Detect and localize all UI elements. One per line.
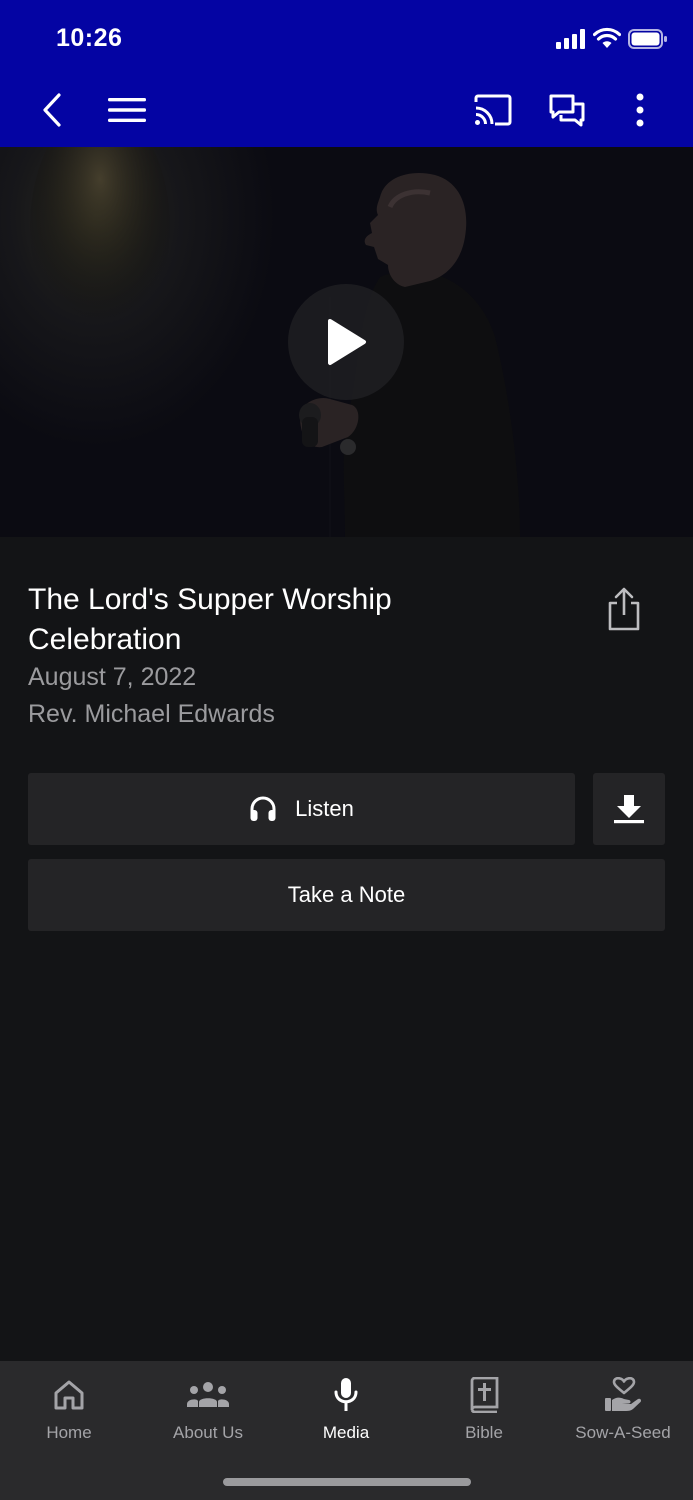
video-player[interactable]	[0, 147, 693, 537]
listen-label: Listen	[295, 796, 354, 821]
take-note-button[interactable]: Take a Note	[28, 859, 665, 931]
battery-icon	[628, 29, 667, 49]
tab-home[interactable]: Home	[0, 1373, 138, 1453]
vertical-dots-icon	[636, 93, 644, 127]
bottom-tab-bar: Home About Us Media Bible Sow-A-Seed	[0, 1361, 693, 1500]
sermon-speaker: Rev. Michael Edwards	[28, 700, 275, 728]
tab-about-us-label: About Us	[173, 1423, 243, 1442]
hand-heart-icon	[605, 1377, 642, 1411]
tab-sow-a-seed-label: Sow-A-Seed	[575, 1423, 671, 1442]
download-button[interactable]	[593, 773, 665, 845]
people-icon	[187, 1382, 229, 1407]
menu-button[interactable]	[104, 88, 150, 132]
more-options-button[interactable]	[620, 88, 660, 132]
sermon-title: The Lord's Supper Worship Celebration	[28, 583, 392, 656]
hamburger-menu-icon	[108, 98, 146, 122]
back-button[interactable]	[30, 88, 74, 132]
wifi-icon	[593, 27, 621, 48]
sermon-details: The Lord's Supper Worship Celebration Au…	[0, 537, 693, 1361]
cellular-signal-icon	[556, 29, 585, 49]
tab-home-label: Home	[46, 1423, 92, 1442]
share-button[interactable]	[602, 585, 646, 633]
cast-button[interactable]	[469, 88, 517, 132]
tab-bible[interactable]: Bible	[415, 1373, 553, 1453]
tab-media[interactable]: Media	[277, 1373, 415, 1453]
microphone-icon	[334, 1378, 358, 1411]
share-icon	[608, 587, 640, 631]
play-button[interactable]	[288, 284, 404, 400]
bible-icon	[470, 1377, 499, 1413]
tab-sow-a-seed[interactable]: Sow-A-Seed	[554, 1373, 692, 1453]
home-icon	[54, 1380, 84, 1410]
sermon-date: August 7, 2022	[28, 663, 197, 691]
chat-button[interactable]	[544, 88, 590, 132]
chat-bubbles-icon	[549, 94, 585, 127]
home-indicator[interactable]	[223, 1478, 471, 1486]
tab-media-label: Media	[322, 1423, 370, 1442]
status-bar: 10:26	[0, 0, 693, 80]
tab-about-us[interactable]: About Us	[139, 1373, 277, 1453]
status-time: 10:26	[56, 24, 123, 52]
headphones-icon	[250, 796, 276, 821]
chevron-left-icon	[43, 93, 61, 127]
download-icon	[614, 795, 644, 824]
cast-icon	[474, 94, 512, 126]
app-header: 10:26	[0, 0, 693, 147]
tab-bible-label: Bible	[465, 1423, 503, 1442]
play-icon	[328, 319, 366, 365]
listen-button[interactable]: Listen	[28, 773, 575, 845]
